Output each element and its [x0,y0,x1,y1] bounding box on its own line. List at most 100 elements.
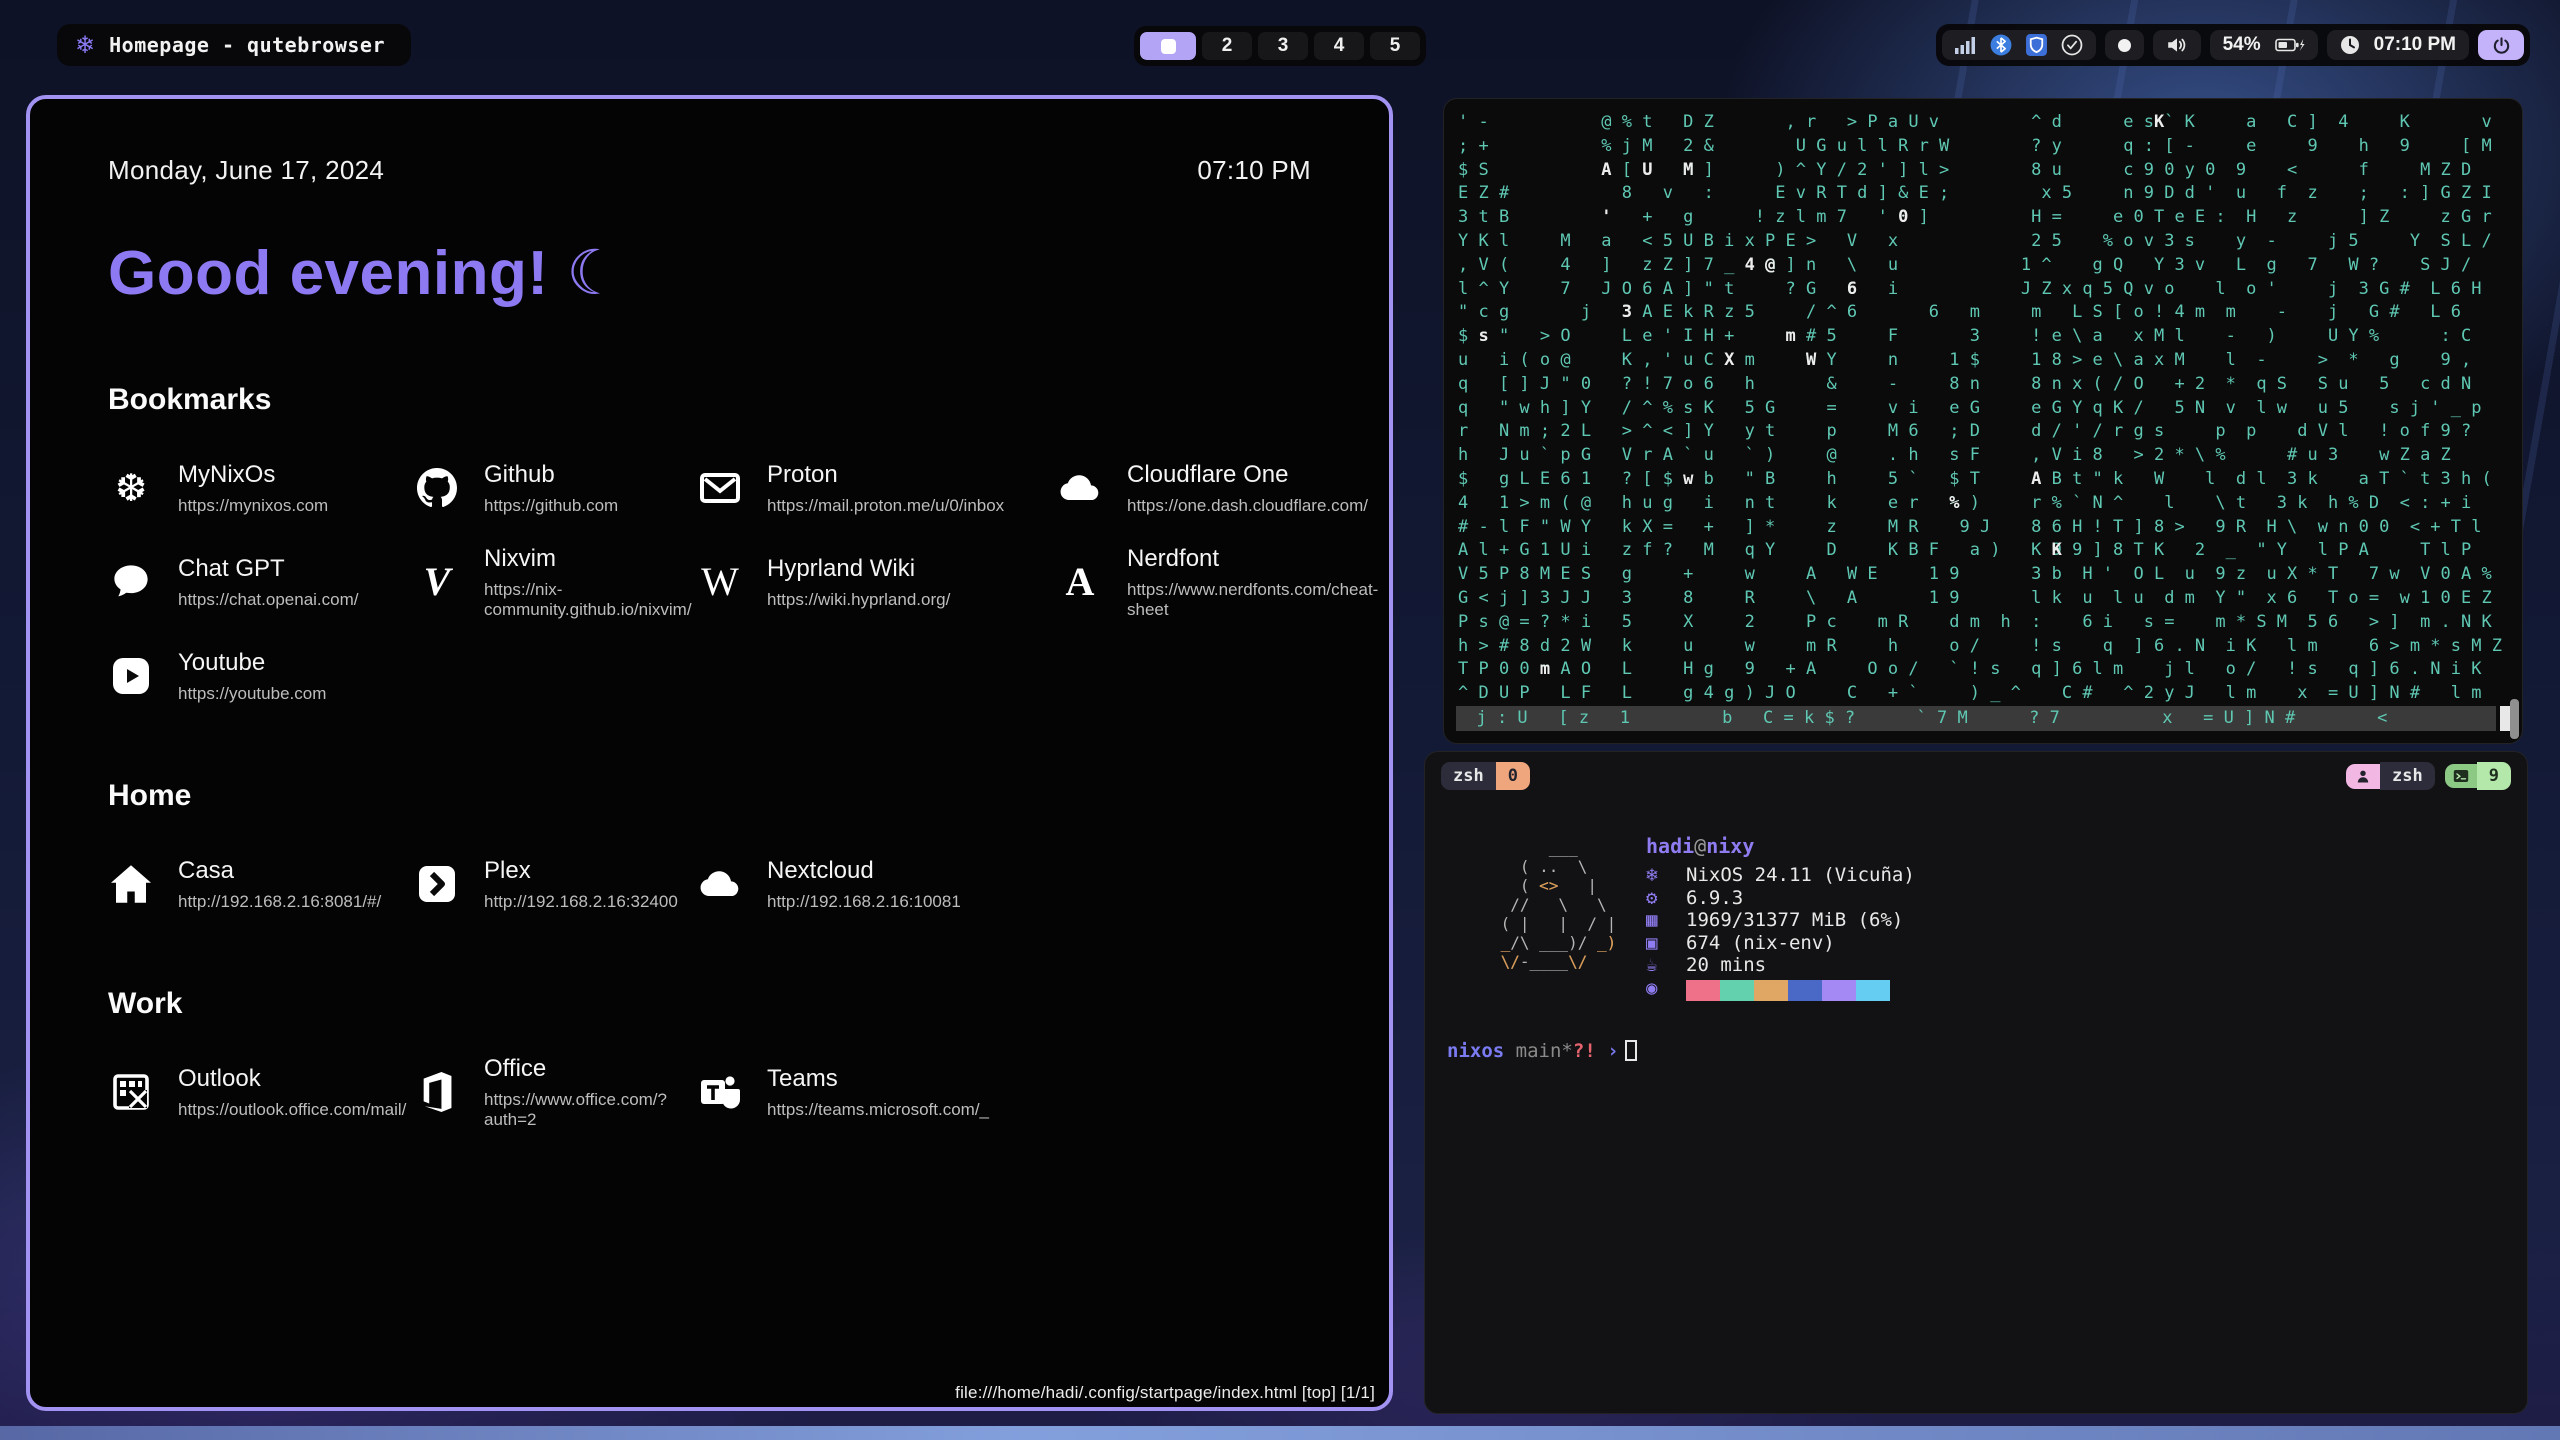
terminal-window[interactable]: zsh 0 zsh 9 ___ ( .. \ ( <> | // \ \ ( |… [1424,751,2528,1414]
bookmark-url: http://192.168.2.16:10081 [767,892,961,912]
fetch-line: ❄NixOS 24.11 (Vicuña) [1646,864,1915,887]
recording-indicator[interactable] [2105,30,2144,60]
power-icon [2492,36,2511,55]
user-icon [2346,764,2380,789]
prompt-segment: main [1504,1040,1561,1062]
bookmark-proton[interactable]: Protonhttps://mail.proton.me/u/0/inbox [697,459,1057,517]
qutebrowser-statusbar: file:///home/hadi/.config/startpage/inde… [955,1383,1375,1403]
tab-window-left[interactable]: zsh 0 [1441,762,1530,790]
youtube-icon [108,653,154,699]
bookmark-title: MyNixOs [178,461,328,489]
prompt-segment: › [1596,1040,1619,1062]
palette-swatch [1788,980,1822,1001]
fetch-line-text: 1969/31377 MiB (6%) [1686,909,1903,932]
active-workspace-indicator [1161,39,1176,54]
fetch-line: ▦1969/31377 MiB (6%) [1646,909,1915,932]
bookmark-youtube[interactable]: Youtubehttps://youtube.com [108,647,414,705]
matrix-row: # - l F " W Y k X = + ] * z M R 9 J 8 6 … [1458,516,2514,540]
shell-prompt[interactable]: nixos main*?! › [1447,1040,1637,1062]
matrix-bright-char: 0 [1898,206,1908,230]
section-grid: ❆MyNixOshttps://mynixos.comGithubhttps:/… [108,459,1311,705]
workspace-4[interactable]: 4 [1314,32,1364,60]
bookmark-url: https://mynixos.com [178,496,328,516]
fastfetch-ascii-art: ___ ( .. \ ( <> | // \ \ ( | | / | _/\ _… [1491,838,1616,971]
bookmark-title: Outlook [178,1065,406,1093]
bookmark-title: Nixvim [484,545,697,573]
battery-percent: 54% [2223,34,2261,56]
bookmark-title: Casa [178,857,381,885]
scrollbar-thumb[interactable] [2510,699,2519,739]
bookmark-sections: Bookmarks❆MyNixOshttps://mynixos.comGith… [108,383,1311,1121]
clock[interactable]: 07:10 PM [2327,30,2469,60]
window-count[interactable]: 9 [2477,762,2511,790]
bookmark-plex[interactable]: Plexhttp://192.168.2.16:32400 [414,855,697,913]
power-button[interactable] [2478,30,2524,60]
packages-icon: ▣ [1646,932,1670,955]
bookmark-nextcloud[interactable]: Nextcloudhttp://192.168.2.16:10081 [697,855,1057,913]
bookmark-title: Teams [767,1065,989,1093]
matrix-bright-char: A [1601,159,1611,183]
art-accent: _ [1501,933,1511,952]
workspace-1[interactable] [1140,32,1196,60]
workspace-switcher: 2345 [1134,26,1426,66]
bookmark-url: https://outlook.office.com/mail/ [178,1100,406,1120]
matrix-bright-char: U [1642,159,1652,183]
session-name[interactable]: zsh [2380,762,2435,790]
battery-indicator[interactable]: 54% [2210,30,2318,60]
fetch-line-text: 6.9.3 [1686,887,1743,910]
bookmark-office[interactable]: Officehttps://www.office.com/?auth=2 [414,1063,697,1121]
matrix-bright-char: A [2031,468,2041,492]
art-accent: \/ [1568,952,1587,971]
workspace-3[interactable]: 3 [1258,32,1308,60]
bookmark-url: https://www.office.com/?auth=2 [484,1090,697,1130]
bookmark-teams[interactable]: Teamshttps://teams.microsoft.com/_ [697,1063,1057,1121]
section-title: Home [108,779,1311,813]
bookmark-mynixos[interactable]: ❆MyNixOshttps://mynixos.com [108,459,414,517]
nixvim-v-icon: V [414,559,460,605]
palette-swatch [1856,980,1890,1001]
wiki-w-icon: W [697,559,743,605]
matrix-row: , V ( 4 ] z Z ] 7 _ 4 @ ] n \ u 1 ^ g Q … [1458,254,2514,278]
chat-bubble-icon [108,559,154,605]
github-icon [414,465,460,511]
bookmark-title: Office [484,1055,697,1083]
matrix-row: G < j ] 3 J J 3 8 R \ A 1 9 l k u l u d … [1458,587,2514,611]
matrix-row: 4 1 > m ( @ h u g i n t k e r % ) r % ` … [1458,492,2514,516]
bookmark-github[interactable]: Githubhttps://github.com [414,459,697,517]
bookmark-title: Hyprland Wiki [767,555,950,583]
matrix-terminal-window[interactable]: ' - @ % t D Z , r > P a U v ^ d e s ` K … [1443,98,2523,744]
prompt-segment: * [1561,1040,1572,1062]
matrix-bright-char: 4 [1745,254,1755,278]
matrix-bright-char: K [2052,539,2062,563]
fetch-line-text: 674 (nix-env) [1686,932,1835,955]
matrix-bright-char: ' [1601,206,1611,230]
bookmark-url: https://youtube.com [178,684,326,704]
bookmark-hyprland-wiki[interactable]: WHyprland Wikihttps://wiki.hyprland.org/ [697,553,1057,611]
bookmark-cloudflare-one[interactable]: Cloudflare Onehttps://one.dash.cloudflar… [1057,459,1378,517]
workspace-5[interactable]: 5 [1370,32,1420,60]
record-dot-icon [2118,39,2131,52]
prompt-segment: ! [1584,1040,1595,1062]
volume-control[interactable] [2153,30,2201,60]
matrix-row: h > # 8 d 2 W k u w m R h o / ! s q ] 6 … [1458,635,2514,659]
matrix-row: $ g L E 6 1 ? [ $ w b " B h 5 ` $ T A B … [1458,468,2514,492]
tab-window-index: 0 [1496,762,1530,790]
statusbar-url: file:///home/hadi/.config/startpage/inde… [955,1383,1375,1402]
window-title: Homepage - qutebrowser [109,33,385,57]
bookmark-nerdfont[interactable]: ANerdfonthttps://www.nerdfonts.com/cheat… [1057,553,1378,611]
bookmark-chat-gpt[interactable]: Chat GPThttps://chat.openai.com/ [108,553,414,611]
bookmark-nixvim[interactable]: VNixvimhttps://nix-community.github.io/n… [414,553,697,611]
signal-icon [1955,36,1976,54]
bookmark-casa[interactable]: Casahttp://192.168.2.16:8081/#/ [108,855,414,913]
workspace-2[interactable]: 2 [1202,32,1252,60]
status-icons-group[interactable] [1942,30,2096,60]
matrix-row: q [ ] J " 0 ? ! 7 o 6 h & - 8 n 8 n x ( … [1458,373,2514,397]
bookmark-url: http://192.168.2.16:32400 [484,892,678,912]
greeting: Good evening! ☾ [108,236,1311,309]
tab-shell-label: zsh [1441,762,1496,790]
matrix-row: q " w h ] Y / ^ % s K 5 G = v i e G e G … [1458,397,2514,421]
cloud-icon [1057,465,1103,511]
bookmark-outlook[interactable]: Outlook https://outlook.office.com/mail/ [108,1063,414,1121]
window-title-pill[interactable]: ❄ Homepage - qutebrowser [57,24,411,66]
uptime-icon: ☕ [1646,954,1670,977]
